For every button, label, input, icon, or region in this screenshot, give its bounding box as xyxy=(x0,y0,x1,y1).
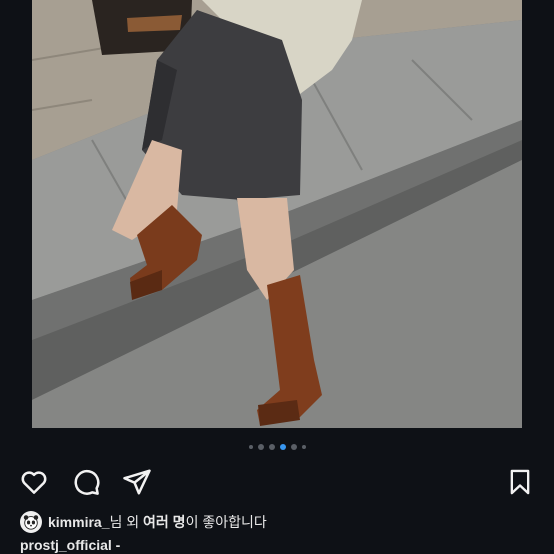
heart-icon[interactable] xyxy=(18,466,50,498)
panda-avatar-icon xyxy=(23,515,39,530)
carousel-dot xyxy=(257,444,264,450)
carousel-dot-active xyxy=(279,444,286,450)
send-icon[interactable] xyxy=(121,466,153,498)
caption-text: - xyxy=(111,537,121,553)
avatar[interactable] xyxy=(20,511,42,533)
carousel-indicator xyxy=(0,443,554,451)
likes-count-link[interactable]: 여러 명 xyxy=(143,514,186,530)
post-caption: prostj_official - xyxy=(20,537,120,553)
carousel-dot xyxy=(301,445,306,449)
likes-text-tail: 이 좋아합니다 xyxy=(185,514,267,530)
post-action-bar xyxy=(18,466,536,498)
comment-icon[interactable] xyxy=(70,466,102,498)
photo-illustration xyxy=(32,0,522,428)
post-photo[interactable] xyxy=(32,0,522,428)
likes-summary: kimmira_님 외 여러 명이 좋아합니다 xyxy=(20,511,267,533)
likes-text: 님 외 xyxy=(109,514,144,530)
bookmark-icon[interactable] xyxy=(504,466,536,498)
carousel-dot xyxy=(248,445,253,449)
liker-username[interactable]: kimmira_ xyxy=(48,514,109,530)
carousel-dot xyxy=(268,444,275,450)
caption-author[interactable]: prostj_official xyxy=(20,537,112,553)
carousel-dot xyxy=(290,444,297,450)
